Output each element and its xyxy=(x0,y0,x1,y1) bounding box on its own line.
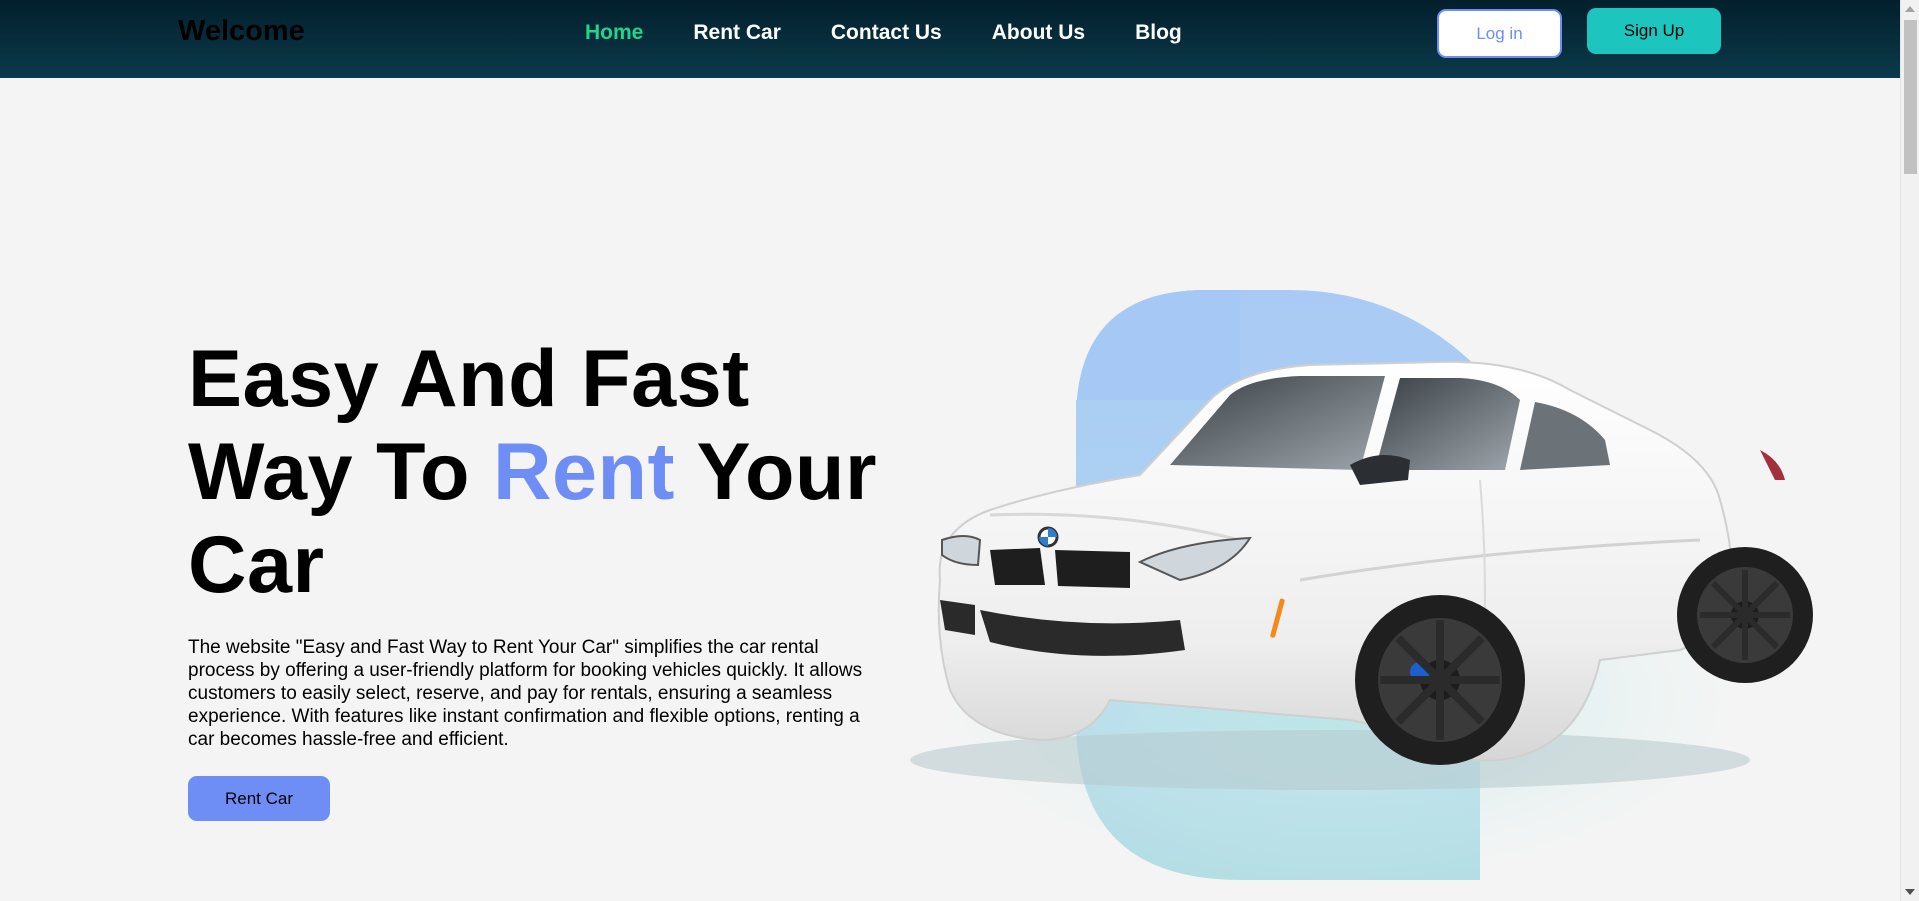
signup-button[interactable]: Sign Up xyxy=(1587,8,1721,54)
hero-title-accent: Rent xyxy=(493,427,675,517)
scroll-up-arrow-icon[interactable] xyxy=(1905,6,1915,12)
nav-link-blog[interactable]: Blog xyxy=(1135,21,1182,45)
navbar: Welcome Home Rent Car Contact Us About U… xyxy=(0,0,1900,78)
nav-links: Home Rent Car Contact Us About Us Blog xyxy=(585,21,1232,45)
hero-description: The website "Easy and Fast Way to Rent Y… xyxy=(188,637,863,750)
brand-logo[interactable]: Welcome xyxy=(178,15,305,48)
nav-link-about-us[interactable]: About Us xyxy=(992,21,1085,45)
page: Welcome Home Rent Car Contact Us About U… xyxy=(0,0,1919,901)
scroll-down-arrow-icon[interactable] xyxy=(1905,889,1915,895)
hero-title-line2-post: Your xyxy=(675,427,878,517)
rent-car-button[interactable]: Rent Car xyxy=(188,776,330,821)
hero-title-line1: Easy And Fast xyxy=(188,334,750,424)
page-scrollbar[interactable] xyxy=(1900,0,1919,901)
nav-link-contact-us[interactable]: Contact Us xyxy=(831,21,942,45)
nav-link-rent-car[interactable]: Rent Car xyxy=(693,21,781,45)
nav-link-home[interactable]: Home xyxy=(585,21,643,45)
car-icon xyxy=(910,290,1813,880)
login-button[interactable]: Log in xyxy=(1437,9,1562,58)
hero-title-line3: Car xyxy=(188,520,325,610)
hero-title-line2-pre: Way To xyxy=(188,427,493,517)
scroll-thumb[interactable] xyxy=(1904,20,1917,174)
hero-title: Easy And Fast Way To Rent Your Car xyxy=(188,333,908,612)
hero-image xyxy=(880,280,1870,900)
